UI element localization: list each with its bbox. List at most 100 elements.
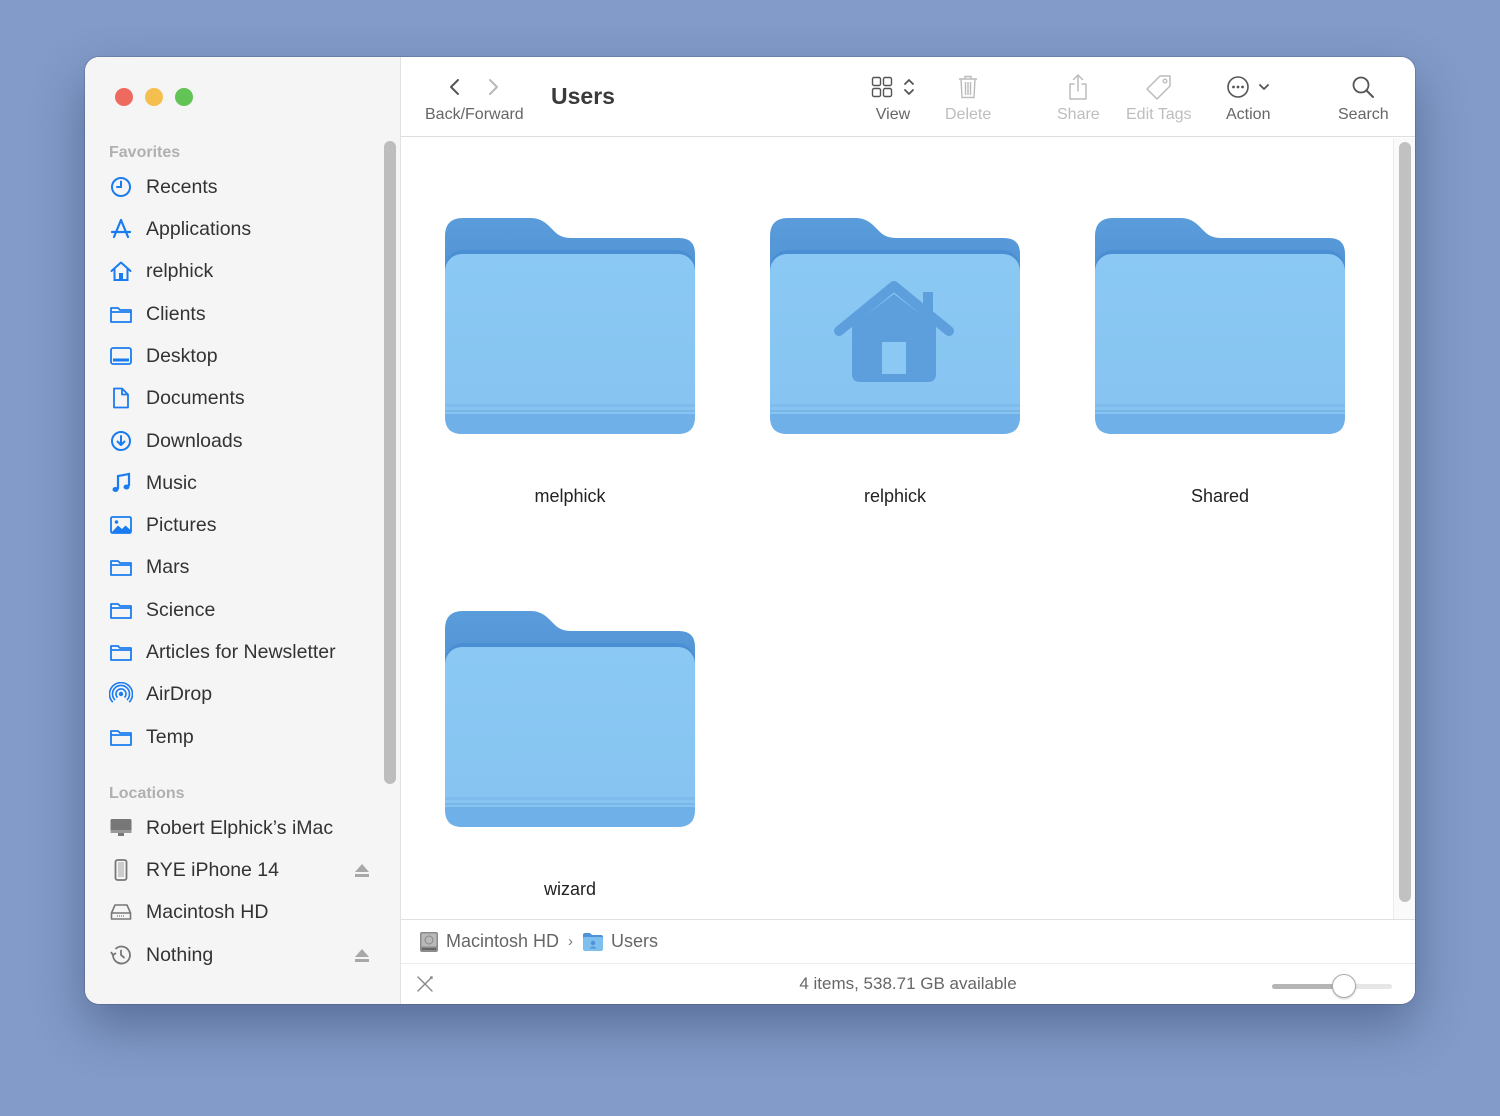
content-scrollbar-thumb[interactable] [1399,142,1411,902]
folder-icon [441,607,699,831]
window-controls [115,88,193,106]
sidebar-item-label: AirDrop [146,682,213,705]
back-forward-control: Back/Forward [425,71,524,124]
sidebar-item-clients[interactable]: Clients [109,297,359,331]
sidebar-item-recents[interactable]: Recents [109,170,359,204]
sidebar-item-label: Science [146,598,216,621]
sidebar-item-label: Clients [146,302,206,325]
path-segment-macintosh-hd[interactable]: Macintosh HD [419,931,559,953]
sidebar-item-temp[interactable]: Temp [109,720,359,754]
sidebar-item-label: Mars [146,555,190,578]
path-separator: › [568,933,574,950]
sidebar-item-label: Applications [146,217,252,240]
sidebar-item-macintosh-hd[interactable]: Macintosh HD [109,895,359,929]
eject-icon[interactable] [353,946,371,964]
users-folder-icon [583,932,604,951]
sidebar-item-label: Music [146,471,197,494]
finder-window: Favorites Recents Applications relphick … [85,57,1415,1004]
sidebar-item-label: RYE iPhone 14 [146,858,279,881]
app-store-icon [109,217,139,241]
folder-item-shared[interactable]: Shared [1080,214,1360,507]
download-icon [109,429,139,453]
clock-icon [109,175,139,199]
sidebar-item-pictures[interactable]: Pictures [109,508,359,542]
sidebar-scrollbar[interactable] [384,141,396,784]
airdrop-icon [109,682,139,706]
icon-size-slider-knob[interactable] [1332,974,1356,998]
sidebar-item-downloads[interactable]: Downloads [109,424,359,458]
locations-section-label: Locations [109,785,185,802]
document-icon [109,386,139,410]
folder-icon [109,640,139,664]
status-bar: 4 items, 538.71 GB available [401,963,1415,1004]
sidebar-item-imac[interactable]: Robert Elphick’s iMac [109,811,369,845]
status-text: 4 items, 538.71 GB available [799,974,1017,993]
sidebar-item-mars[interactable]: Mars [109,550,359,584]
sidebar-item-label: Robert Elphick’s iMac [146,816,334,839]
sidebar-item-label: Articles for Newsletter [146,640,336,663]
sidebar-item-label: Downloads [146,429,243,452]
chevron-down-icon [1259,84,1270,90]
back-chevron-icon[interactable] [445,75,465,99]
folder-item-relphick[interactable]: relphick [755,214,1035,507]
path-segment-users[interactable]: Users [582,931,658,952]
folder-item-wizard[interactable]: wizard [430,607,710,900]
imac-icon [109,816,139,840]
favorites-section-label: Favorites [109,144,181,161]
hard-drive-icon [420,931,438,952]
action-button[interactable]: Action [1226,71,1270,124]
folder-name: melphick [534,486,606,506]
ellipsis-circle-icon [1227,76,1250,98]
share-icon [1069,74,1088,100]
search-label: Search [1338,106,1389,123]
delete-button[interactable]: Delete [945,71,991,124]
folder-icon [109,555,139,579]
music-note-icon [109,471,139,495]
content-scrollbar-track[interactable] [1393,138,1415,919]
edit-tags-label: Edit Tags [1126,106,1192,123]
desktop-icon [109,344,139,368]
trash-icon [959,75,978,99]
forward-chevron-icon[interactable] [483,75,503,99]
up-down-chevron-icon [904,79,914,95]
home-icon [109,259,139,283]
window-title: Users [551,83,615,109]
sidebar-item-label: Temp [146,725,194,748]
file-grid: melphick relphick Shared wizard [401,138,1415,919]
folder-name: Shared [1190,486,1250,506]
sidebar-item-applications[interactable]: Applications [109,212,359,246]
path-segment-label: Macintosh HD [446,931,560,951]
back-forward-label: Back/Forward [425,106,524,123]
toolbar: Back/Forward Users View Delete Share Edi… [401,57,1415,137]
sidebar-item-label: Recents [146,175,218,198]
close-window-button[interactable] [115,88,133,106]
icon-size-slider[interactable] [1272,974,1392,998]
home-folder-icon [766,214,1024,438]
sidebar-item-relphick[interactable]: relphick [109,254,359,288]
folder-icon [1091,214,1349,438]
sidebar-item-articles-for-newsletter[interactable]: Articles for Newsletter [109,635,359,669]
edit-tags-button[interactable]: Edit Tags [1126,71,1192,124]
sidebar-item-iphone[interactable]: RYE iPhone 14 [109,853,369,887]
sidebar-item-nothing[interactable]: Nothing [109,938,369,972]
view-label: View [875,106,911,123]
hard-drive-icon [109,900,139,924]
search-button[interactable]: Search [1338,71,1389,124]
view-button[interactable]: View [871,71,915,124]
sidebar-item-label: relphick [146,259,214,282]
delete-label: Delete [945,106,992,123]
share-button[interactable]: Share [1057,71,1100,124]
sidebar-item-label: Documents [146,386,245,409]
sidebar-item-desktop[interactable]: Desktop [109,339,359,373]
zoom-window-button[interactable] [175,88,193,106]
sidebar-item-label: Nothing [146,943,214,966]
folder-item-melphick[interactable]: melphick [430,214,710,507]
eject-icon[interactable] [353,861,371,879]
icon-grid-view-icon [871,76,893,98]
sidebar-item-airdrop[interactable]: AirDrop [109,677,359,711]
folder-name: wizard [543,879,596,899]
minimize-window-button[interactable] [145,88,163,106]
sidebar-item-documents[interactable]: Documents [109,381,359,415]
sidebar-item-science[interactable]: Science [109,593,359,627]
sidebar-item-music[interactable]: Music [109,466,359,500]
